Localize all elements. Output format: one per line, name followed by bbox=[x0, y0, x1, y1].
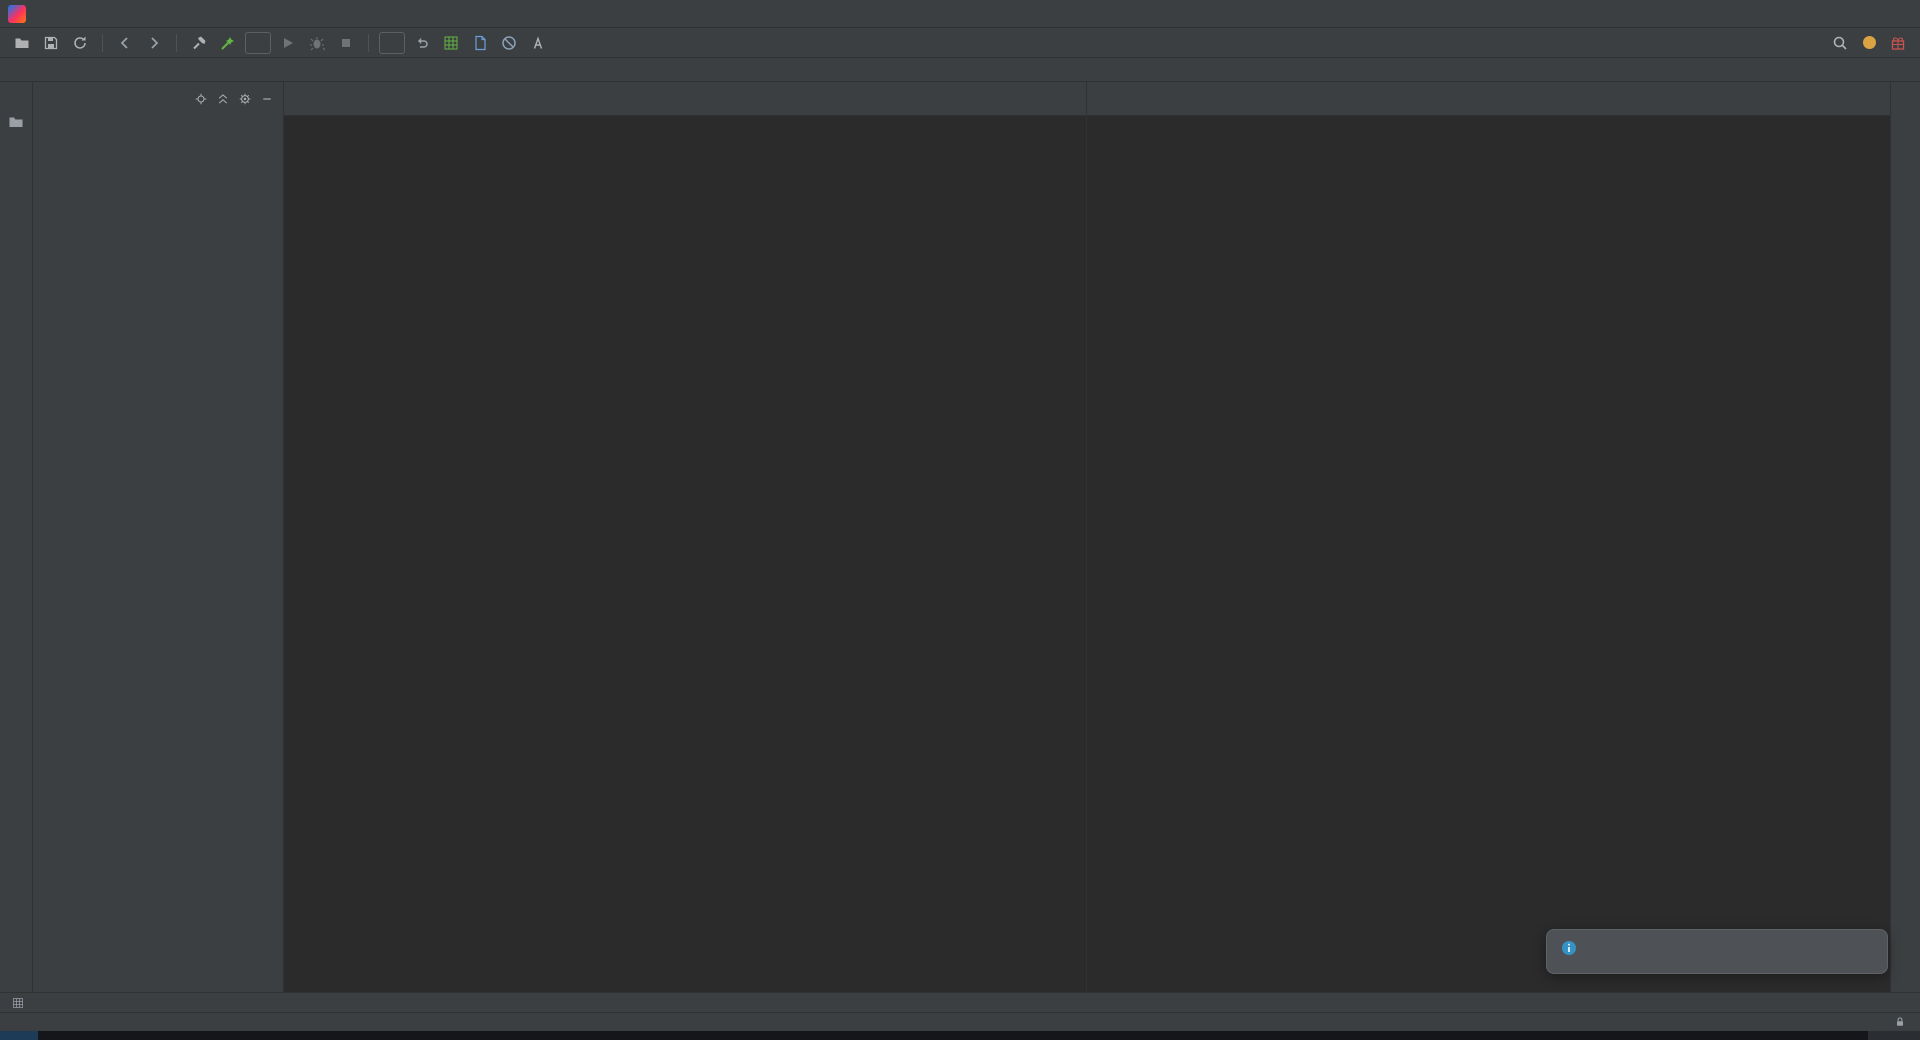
forward-icon[interactable] bbox=[142, 31, 166, 55]
folder-stripe-icon[interactable] bbox=[8, 114, 24, 130]
coverage-grid-icon[interactable] bbox=[439, 31, 463, 55]
toolbar-divider bbox=[102, 33, 103, 52]
breadcrumb bbox=[0, 58, 1920, 82]
translate-icon[interactable] bbox=[526, 31, 550, 55]
maximize-button[interactable] bbox=[1830, 0, 1875, 27]
right-tool-stripe bbox=[1890, 82, 1920, 992]
lock-icon[interactable] bbox=[1894, 1016, 1906, 1028]
project-tool-window bbox=[33, 82, 284, 992]
open-icon[interactable] bbox=[10, 31, 34, 55]
project-panel-actions bbox=[195, 93, 273, 105]
run-icon[interactable] bbox=[276, 31, 300, 55]
minimize-button[interactable] bbox=[1785, 0, 1830, 27]
css-editor[interactable] bbox=[1087, 116, 1890, 992]
taskbar-sliver bbox=[0, 1031, 1920, 1040]
info-icon bbox=[1561, 940, 1577, 956]
right-editor-tabbar bbox=[1087, 82, 1890, 116]
back-icon[interactable] bbox=[113, 31, 137, 55]
update-indicator-icon[interactable] bbox=[1857, 31, 1881, 55]
main-toolbar bbox=[0, 28, 1920, 58]
left-editor-pane bbox=[284, 82, 1087, 992]
select-opened-file-icon[interactable] bbox=[195, 93, 207, 105]
project-panel-header bbox=[33, 82, 283, 116]
debug-icon[interactable] bbox=[305, 31, 329, 55]
left-editor-tabbar bbox=[284, 82, 1086, 116]
left-tool-stripe bbox=[0, 82, 33, 992]
toolbar-divider bbox=[176, 33, 177, 52]
suspend-icon[interactable] bbox=[497, 31, 521, 55]
build-hammer-icon[interactable] bbox=[187, 31, 211, 55]
stop-icon[interactable] bbox=[334, 31, 358, 55]
status-bar bbox=[0, 1012, 1920, 1031]
notification-header bbox=[1561, 940, 1873, 956]
notification-balloon[interactable] bbox=[1546, 929, 1888, 974]
close-button[interactable] bbox=[1875, 0, 1920, 27]
save-all-icon[interactable] bbox=[39, 31, 63, 55]
run-configuration-select[interactable] bbox=[245, 31, 271, 54]
collapse-all-icon[interactable] bbox=[217, 93, 229, 105]
toolbar-divider bbox=[368, 33, 369, 52]
less-editor[interactable] bbox=[284, 116, 1086, 992]
window-controls bbox=[1785, 0, 1920, 27]
diff-page-icon[interactable] bbox=[468, 31, 492, 55]
left-stripe-top bbox=[8, 92, 24, 130]
tool-window-bar bbox=[0, 992, 1920, 1012]
hide-panel-icon[interactable] bbox=[261, 93, 273, 105]
jrebel-select[interactable] bbox=[379, 31, 405, 54]
search-everywhere-icon[interactable] bbox=[1828, 31, 1852, 55]
main-area bbox=[0, 82, 1920, 992]
idea-window bbox=[0, 0, 1920, 1040]
magic-wand-icon[interactable] bbox=[216, 31, 240, 55]
settings-gear-icon[interactable] bbox=[239, 93, 251, 105]
synchronize-icon[interactable] bbox=[68, 31, 92, 55]
right-editor-pane bbox=[1087, 82, 1890, 992]
project-tree bbox=[33, 116, 283, 992]
status-bar-widgets bbox=[1798, 1016, 1906, 1028]
gift-promo-icon[interactable] bbox=[1886, 31, 1910, 55]
toolwindow-switcher-icon[interactable] bbox=[12, 997, 24, 1009]
rollback-icon[interactable] bbox=[410, 31, 434, 55]
title-bar bbox=[0, 0, 1920, 28]
idea-logo-icon bbox=[8, 4, 26, 23]
tool-window-bar-left bbox=[12, 997, 24, 1009]
